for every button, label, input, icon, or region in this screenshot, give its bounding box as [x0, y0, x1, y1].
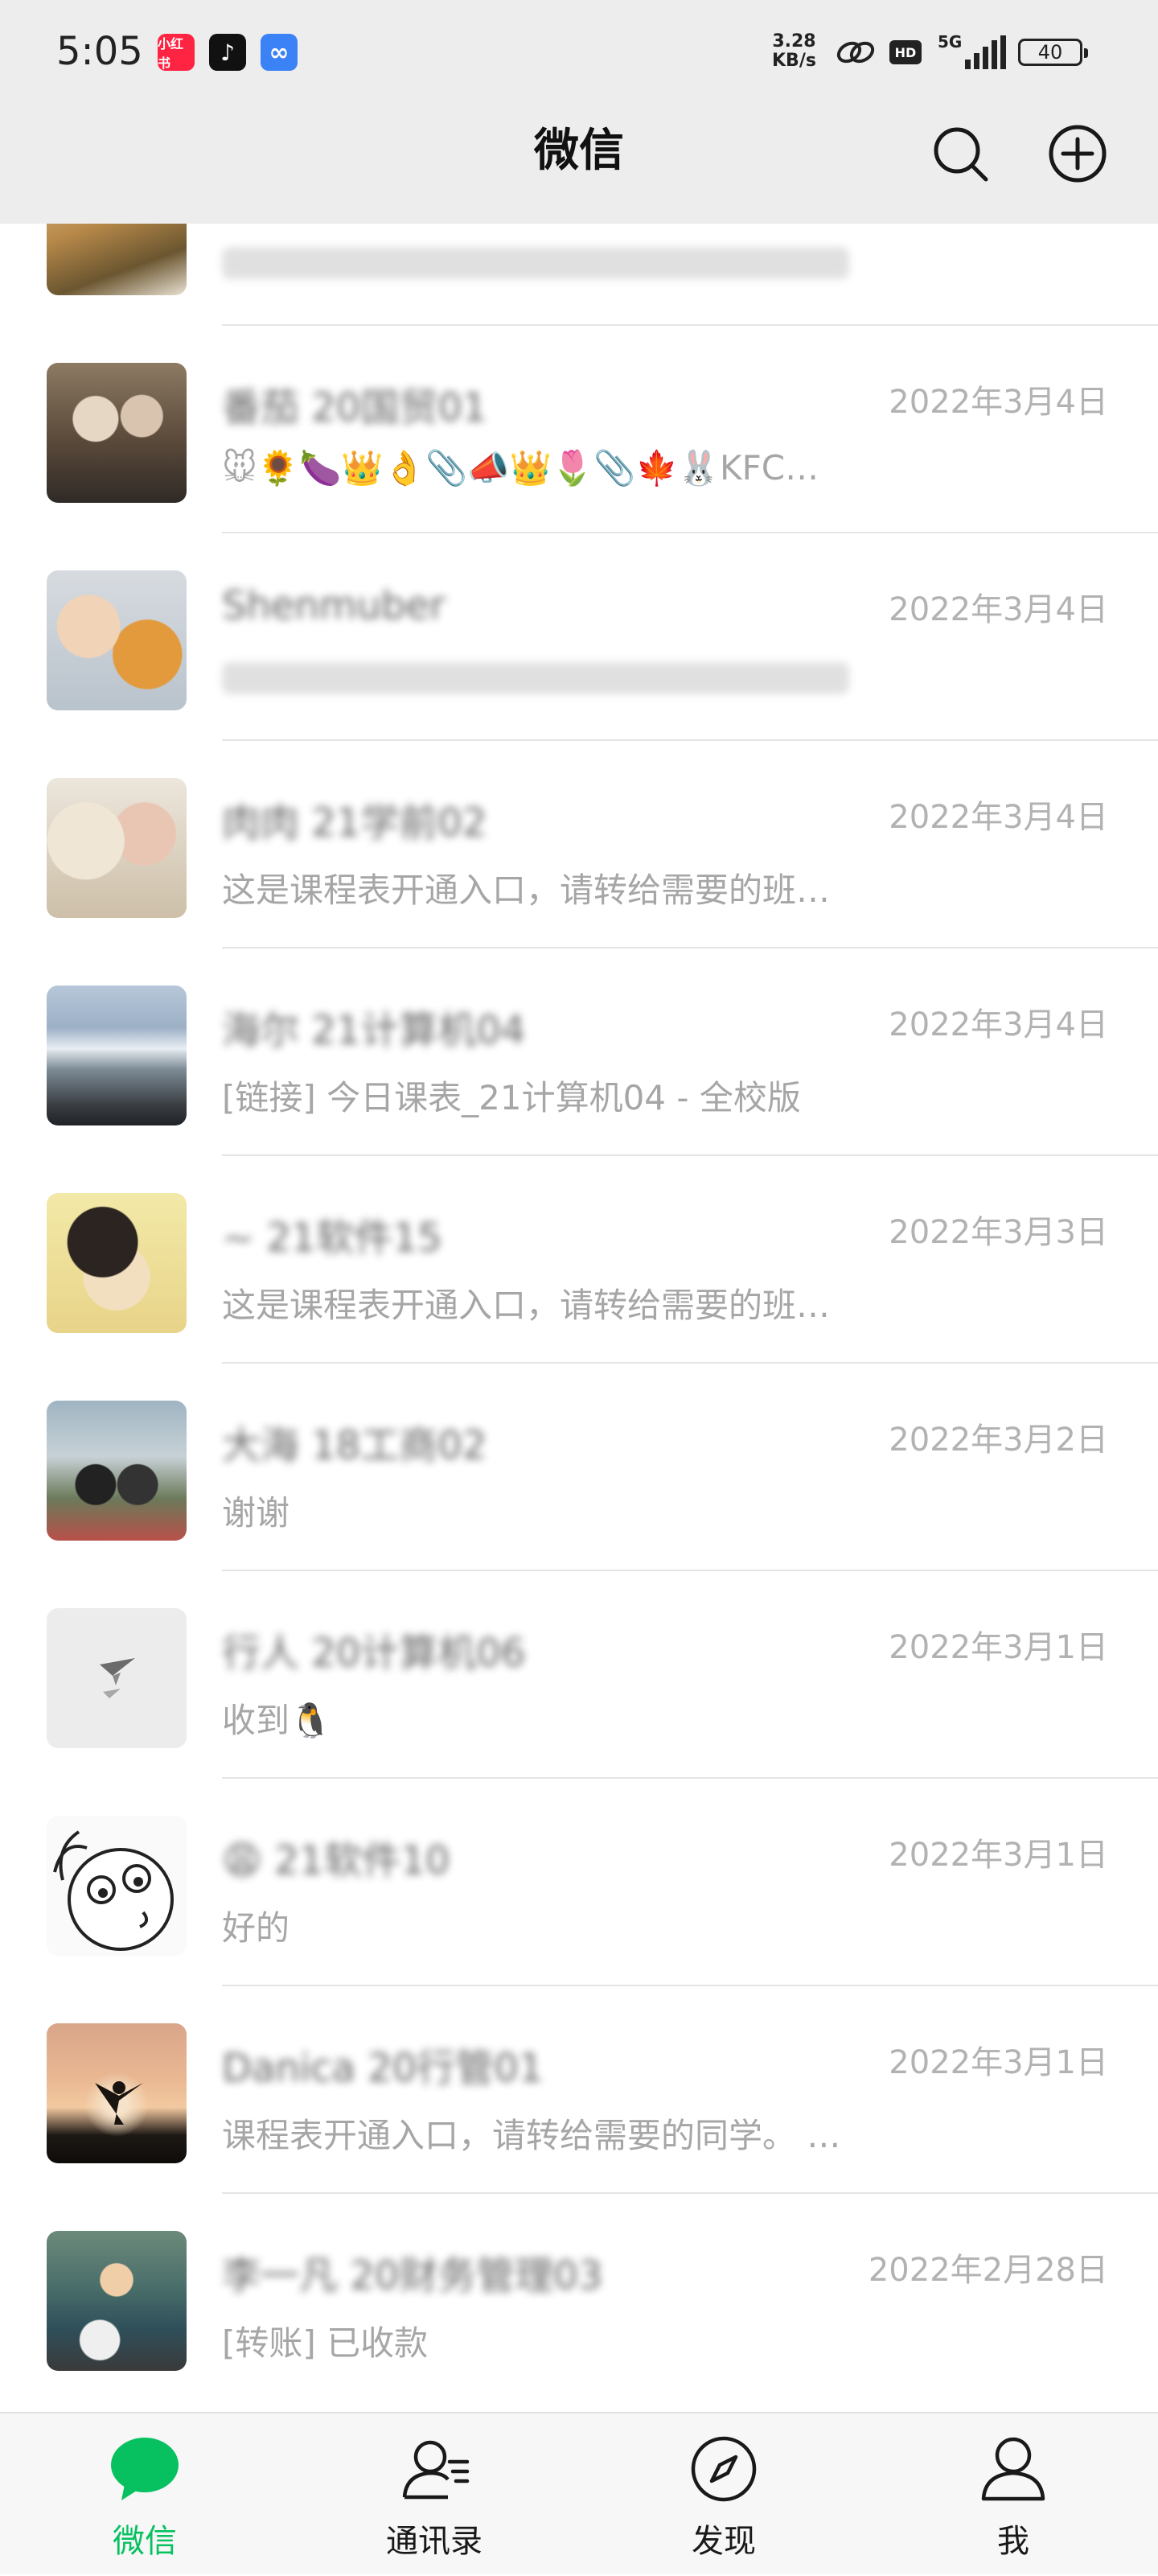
chat-time: 2022年3月3日 — [889, 1214, 1108, 1251]
tab-label: 发现 — [692, 2523, 756, 2560]
network-speed-value: 3.28 — [772, 31, 816, 51]
avatar — [47, 986, 187, 1125]
avatar — [47, 1401, 187, 1541]
douyin-icon: ♪ — [209, 34, 246, 71]
chat-item[interactable]: 李一凡 20财务管理03 2022年2月28日 [转账] 已收款 — [0, 2194, 1158, 2401]
avatar — [47, 2023, 187, 2163]
chat-preview-blurred — [222, 247, 849, 279]
chat-time: 2022年3月4日 — [889, 799, 1108, 836]
avatar — [47, 1608, 187, 1748]
battery-indicator: 40 — [1018, 39, 1088, 66]
chat-time: 2022年3月4日 — [889, 384, 1108, 421]
chat-name: Danica 20行管01 — [222, 2046, 544, 2091]
chat-list[interactable]: 番茄 20国贸01 2022年3月4日 🐭🌻🍆👑👌📎📣👑🌷📎🍁🐰KFC… She… — [0, 224, 1158, 2412]
avatar — [47, 363, 187, 503]
chat-name: 海尔 21计算机04 — [222, 1008, 526, 1053]
avatar — [47, 1816, 187, 1956]
bottom-tab-bar: 微信 通讯录 发现 我 — [0, 2412, 1158, 2574]
tab-contacts[interactable]: 通讯录 — [290, 2413, 579, 2576]
chat-name: 肉肉 21学前02 — [222, 800, 487, 846]
chat-item[interactable]: Shenmuber 2022年3月4日 — [0, 533, 1158, 741]
link-icon — [836, 41, 875, 64]
tab-me[interactable]: 我 — [868, 2413, 1158, 2576]
avatar — [47, 778, 187, 918]
search-icon[interactable] — [930, 123, 991, 184]
chat-name: Shenmuber — [222, 583, 446, 628]
avatar — [47, 224, 187, 295]
hd-icon: HD — [889, 40, 922, 64]
tab-chats[interactable]: 微信 — [0, 2413, 290, 2576]
chat-item[interactable]: 海尔 21计算机04 2022年3月4日 [链接] 今日课表_21计算机04 -… — [0, 949, 1158, 1156]
chat-item[interactable]: 肉肉 21学前02 2022年3月4日 这是课程表开通入口，请转给需要的班… — [0, 741, 1158, 949]
chat-preview-blurred — [222, 662, 849, 694]
tab-label: 我 — [997, 2523, 1029, 2560]
tab-label: 微信 — [113, 2523, 177, 2560]
chat-preview: [链接] 今日课表_21计算机04 - 全校版 — [222, 1078, 801, 1117]
chat-name: 行人 20计算机06 — [222, 1631, 526, 1676]
chat-preview: 这是课程表开通入口，请转给需要的班… — [222, 870, 831, 910]
chat-name: 李一凡 20财务管理03 — [222, 2253, 603, 2298]
chat-time: 2022年2月28日 — [868, 2252, 1108, 2289]
chat-time: 2022年3月4日 — [889, 591, 1108, 628]
chat-name: 番茄 20国贸01 — [222, 385, 487, 430]
chat-item[interactable]: ~ 21软件15 2022年3月3日 这是课程表开通入口，请转给需要的班… — [0, 1156, 1158, 1364]
signal-icon — [965, 35, 1006, 69]
chat-name: ~ 21软件15 — [222, 1216, 442, 1261]
chat-item[interactable]: 行人 20计算机06 2022年3月1日 收到🐧 — [0, 1571, 1158, 1779]
status-bar: 5:05 小红书 ♪ ∞ 3.28 KB/s HD 5G 40 — [0, 0, 1158, 103]
add-icon[interactable] — [1047, 123, 1108, 184]
tab-discover[interactable]: 发现 — [579, 2413, 868, 2576]
avatar — [47, 1193, 187, 1333]
person-icon — [981, 2437, 1045, 2501]
chat-time: 2022年3月1日 — [889, 1629, 1108, 1666]
contacts-icon — [402, 2440, 470, 2500]
avatar — [47, 2231, 187, 2371]
compass-icon — [691, 2436, 757, 2502]
xiaohongshu-icon: 小红书 — [158, 34, 195, 71]
silhouette-icon — [95, 2081, 143, 2125]
chat-preview: 🐭🌻🍆👑👌📎📣👑🌷📎🍁🐰KFC… — [222, 448, 819, 488]
network-speed-unit: KB/s — [772, 51, 816, 71]
avatar — [47, 570, 187, 710]
link-app-icon: ∞ — [261, 34, 298, 71]
chat-item[interactable]: 😩 21软件10 2022年3月1日 好的 — [0, 1779, 1158, 1986]
chat-item[interactable]: 番茄 20国贸01 2022年3月4日 🐭🌻🍆👑👌📎📣👑🌷📎🍁🐰KFC… — [0, 326, 1158, 533]
chat-bubble-icon — [111, 2438, 179, 2500]
chat-preview: 收到🐧 — [222, 1701, 332, 1740]
chat-item[interactable]: Danica 20行管01 2022年3月1日 课程表开通入口，请转给需要的同学… — [0, 1986, 1158, 2194]
status-time: 5:05 — [56, 29, 143, 74]
chat-preview: 谢谢 — [222, 1493, 290, 1533]
tab-label: 通讯录 — [386, 2523, 482, 2560]
chat-time: 2022年3月4日 — [889, 1006, 1108, 1043]
chat-item[interactable]: 大海 18工商02 2022年3月2日 谢谢 — [0, 1364, 1158, 1571]
title-bar: 微信 — [0, 103, 1158, 224]
chat-time: 2022年3月1日 — [889, 1837, 1108, 1874]
chat-time: 2022年3月2日 — [889, 1422, 1108, 1459]
chat-name: 😩 21软件10 — [222, 1838, 450, 1883]
chat-preview: [转账] 已收款 — [222, 2323, 429, 2363]
network-speed: 3.28 KB/s — [772, 32, 816, 71]
chat-preview: 好的 — [222, 1908, 290, 1948]
chat-time: 2022年3月1日 — [889, 2044, 1108, 2081]
paper-plane-icon — [100, 1658, 135, 1698]
network-type: 5G — [938, 32, 963, 51]
chat-item[interactable] — [0, 224, 1158, 326]
chat-preview: 这是课程表开通入口，请转给需要的班… — [222, 1286, 831, 1325]
chat-preview: 课程表开通入口，请转给需要的同学。 … — [222, 2116, 841, 2155]
chat-name: 大海 18工商02 — [222, 1423, 487, 1468]
cartoon-rabbit-icon — [53, 1830, 174, 1951]
